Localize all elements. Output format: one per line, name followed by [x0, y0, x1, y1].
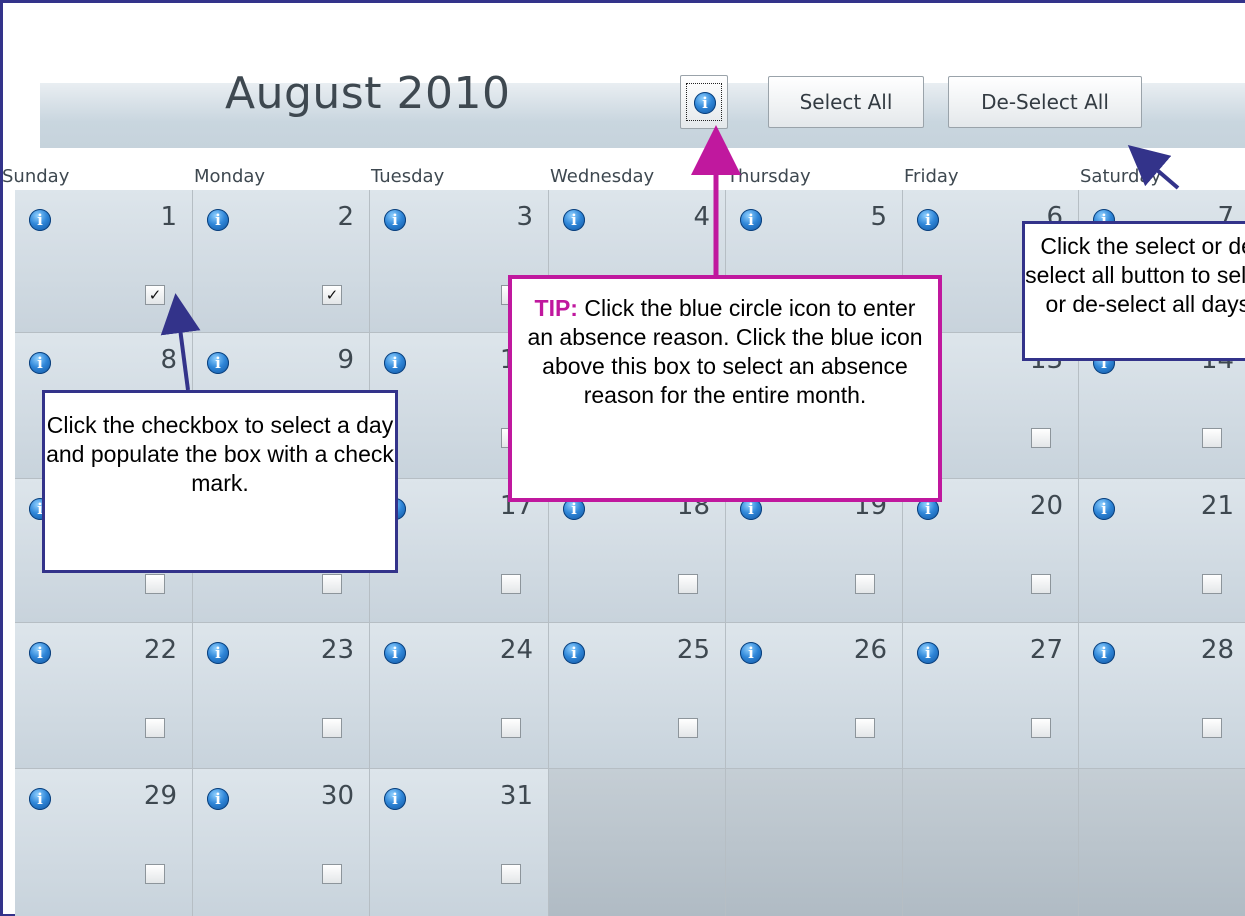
info-icon[interactable]: i [207, 352, 229, 374]
day-checkbox[interactable] [501, 718, 521, 738]
empty-day-cell [549, 769, 725, 916]
day-checkbox[interactable]: ✓ [322, 285, 342, 305]
weekday-monday: Monday [194, 166, 266, 187]
day-number: 31 [499, 781, 533, 811]
info-icon[interactable]: i [207, 209, 229, 231]
info-icon[interactable]: i [917, 642, 939, 664]
info-icon[interactable]: i [917, 209, 939, 231]
deselect-all-button[interactable]: De-Select All [948, 76, 1142, 128]
day-checkbox[interactable] [501, 574, 521, 594]
checkmark-icon: ✓ [148, 286, 162, 304]
day-number: 4 [693, 202, 710, 232]
day-checkbox[interactable] [678, 718, 698, 738]
info-icon[interactable]: i [29, 642, 51, 664]
checkbox-help-callout: Click the checkbox to select a day and p… [42, 390, 398, 573]
info-icon: i [694, 92, 716, 114]
weekday-thursday: Thursday [727, 166, 811, 187]
info-icon[interactable]: i [207, 788, 229, 810]
day-checkbox[interactable] [145, 864, 165, 884]
info-icon[interactable]: i [1093, 498, 1115, 520]
day-checkbox[interactable] [145, 574, 165, 594]
day-checkbox[interactable] [678, 574, 698, 594]
day-cell: i 2 ✓ [193, 190, 369, 332]
info-icon[interactable]: i [563, 209, 585, 231]
day-cell: i 30 [193, 769, 369, 916]
day-number: 3 [516, 202, 533, 232]
day-checkbox[interactable] [855, 718, 875, 738]
day-number: 25 [676, 635, 710, 665]
day-cell: i 21 [1079, 479, 1245, 622]
month-title: August 2010 [225, 68, 511, 119]
month-absence-reason-button[interactable]: i [680, 75, 728, 129]
weekday-friday: Friday [904, 166, 959, 187]
day-cell: i 29 [15, 769, 192, 916]
info-icon[interactable]: i [740, 642, 762, 664]
day-checkbox[interactable]: ✓ [145, 285, 165, 305]
info-icon[interactable]: i [384, 642, 406, 664]
day-checkbox[interactable] [501, 864, 521, 884]
day-checkbox[interactable] [1202, 574, 1222, 594]
day-cell: i 27 [903, 623, 1078, 768]
day-checkbox[interactable] [1031, 428, 1051, 448]
day-cell: i 24 [370, 623, 548, 768]
day-number: 27 [1029, 635, 1063, 665]
day-checkbox[interactable] [322, 718, 342, 738]
select-all-button[interactable]: Select All [768, 76, 924, 128]
checkmark-icon: ✓ [325, 286, 339, 304]
info-icon[interactable]: i [207, 642, 229, 664]
weekday-wednesday: Wednesday [550, 166, 655, 187]
day-checkbox[interactable] [322, 864, 342, 884]
day-number: 2 [337, 202, 354, 232]
day-checkbox[interactable] [1031, 574, 1051, 594]
day-number: 21 [1200, 491, 1234, 521]
empty-day-cell [726, 769, 902, 916]
day-checkbox[interactable] [1202, 428, 1222, 448]
info-icon[interactable]: i [563, 642, 585, 664]
day-number: 29 [143, 781, 177, 811]
day-number: 9 [337, 345, 354, 375]
info-icon[interactable]: i [384, 209, 406, 231]
select-all-help-text: Click the select or de-select all button… [1025, 233, 1245, 317]
day-checkbox[interactable] [1202, 718, 1222, 738]
tip-callout: TIP: Click the blue circle icon to enter… [508, 275, 942, 502]
day-number: 22 [143, 635, 177, 665]
day-number: 30 [320, 781, 354, 811]
empty-day-cell [903, 769, 1078, 916]
day-checkbox[interactable] [1031, 718, 1051, 738]
info-icon[interactable]: i [29, 209, 51, 231]
tip-text: Click the blue circle icon to enter an a… [527, 295, 923, 408]
day-number: 23 [320, 635, 354, 665]
weekday-saturday: Saturday [1080, 166, 1162, 187]
day-cell: i 22 [15, 623, 192, 768]
day-cell: i 25 [549, 623, 725, 768]
info-icon[interactable]: i [384, 352, 406, 374]
info-icon[interactable]: i [384, 788, 406, 810]
info-icon[interactable]: i [29, 788, 51, 810]
day-cell: i 31 [370, 769, 548, 916]
tip-label: TIP: [534, 295, 578, 321]
weekday-sunday: Sunday [2, 166, 70, 187]
day-checkbox[interactable] [145, 718, 165, 738]
day-number: 24 [499, 635, 533, 665]
select-all-help-callout: Click the select or de-select all button… [1022, 221, 1245, 361]
day-cell: i 26 [726, 623, 902, 768]
day-checkbox[interactable] [322, 574, 342, 594]
day-number: 28 [1200, 635, 1234, 665]
info-icon[interactable]: i [740, 209, 762, 231]
weekday-tuesday: Tuesday [371, 166, 445, 187]
info-icon[interactable]: i [1093, 642, 1115, 664]
day-checkbox[interactable] [855, 574, 875, 594]
info-icon[interactable]: i [29, 352, 51, 374]
day-cell: i 28 [1079, 623, 1245, 768]
checkbox-help-text: Click the checkbox to select a day and p… [46, 412, 394, 496]
day-number: 1 [160, 202, 177, 232]
empty-day-cell [1079, 769, 1245, 916]
day-number: 5 [870, 202, 887, 232]
day-cell: i 23 [193, 623, 369, 768]
day-number: 20 [1029, 491, 1063, 521]
weekday-header-row: Sunday Monday Tuesday Wednesday Thursday… [0, 162, 1245, 192]
day-number: 8 [160, 345, 177, 375]
day-cell: i 1 ✓ [15, 190, 192, 332]
day-number: 26 [853, 635, 887, 665]
